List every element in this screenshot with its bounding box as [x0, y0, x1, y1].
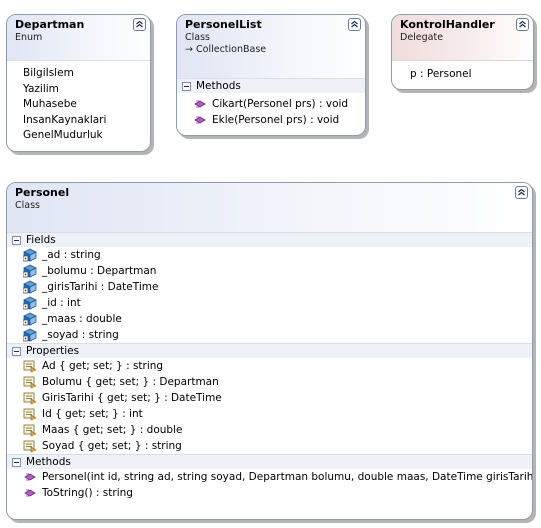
field-label: _bolumu : Departman [42, 265, 157, 277]
personel-stereotype: Class [15, 200, 40, 211]
method-item[interactable]: Ekle(Personel prs) : void [177, 112, 365, 128]
collapse-section-icon[interactable] [12, 235, 21, 245]
kontrolhandler-title: KontrolHandler [400, 18, 495, 31]
method-label: Ekle(Personel prs) : void [212, 114, 340, 126]
field-item[interactable]: _girisTarihi : DateTime [7, 279, 532, 295]
field-icon [23, 248, 37, 262]
collapse-section-icon[interactable] [182, 81, 191, 91]
kontrolhandler-header: KontrolHandler Delegate [392, 15, 533, 60]
method-icon [194, 100, 206, 108]
kontrolhandler-delegate-box[interactable]: KontrolHandler Delegate p : Personel [391, 14, 534, 90]
collapse-chevron-icon[interactable] [133, 18, 146, 31]
departman-values: BilgiIslem Yazilim Muhasebe InsanKaynakl… [7, 60, 150, 148]
property-icon [23, 392, 37, 405]
fields-list: _ad : string _bolumu : Departman _girisT… [7, 247, 532, 343]
methods-section-header[interactable]: Methods [177, 78, 365, 93]
property-label: GirisTarihi { get; set; } : DateTime [42, 392, 222, 404]
delegate-param: p : Personel [410, 68, 472, 80]
property-label: Ad { get; set; } : string [42, 360, 164, 372]
field-icon [23, 296, 37, 310]
method-label: Personel(int id, string ad, string soyad… [42, 471, 533, 483]
properties-list: Ad { get; set; } : string Bolumu { get; … [7, 358, 532, 454]
field-icon [23, 280, 37, 294]
method-label: Cikart(Personel prs) : void [212, 98, 349, 110]
personellist-header: PersonelList Class → CollectionBase [177, 15, 365, 78]
departman-stereotype: Enum [15, 32, 43, 43]
personel-header: Personel Class [7, 183, 532, 232]
method-icon [194, 116, 206, 124]
property-icon [23, 376, 37, 389]
field-item[interactable]: _soyad : string [7, 327, 532, 343]
field-label: _id : int [42, 297, 81, 309]
property-item[interactable]: Ad { get; set; } : string [7, 358, 532, 374]
personel-class-box[interactable]: Personel Class Fields _ad : string _bolu… [6, 182, 533, 520]
field-icon [23, 264, 37, 278]
personellist-stereotype: Class [185, 32, 210, 43]
personellist-title: PersonelList [185, 18, 262, 31]
enum-value: InsanKaynaklari [23, 113, 107, 126]
field-label: _ad : string [42, 249, 101, 261]
collapse-section-icon[interactable] [12, 346, 21, 356]
method-item[interactable]: Cikart(Personel prs) : void [177, 96, 365, 112]
method-icon [24, 473, 36, 481]
methods-section-title: Methods [196, 80, 241, 92]
property-item[interactable]: GirisTarihi { get; set; } : DateTime [7, 390, 532, 406]
method-icon [24, 489, 36, 497]
enum-value: Muhasebe [23, 98, 77, 110]
field-label: _girisTarihi : DateTime [42, 281, 159, 293]
property-icon [23, 408, 37, 421]
property-item[interactable]: Soyad { get; set; } : string [7, 438, 532, 454]
property-label: Id { get; set; } : int [42, 408, 143, 420]
property-item[interactable]: Maas { get; set; } : double [7, 422, 532, 438]
departman-title: Departman [15, 18, 85, 31]
methods-list: Personel(int id, string ad, string soyad… [7, 469, 532, 501]
properties-section-header[interactable]: Properties [7, 343, 532, 358]
inheritance-arrow-icon: → [185, 44, 193, 55]
personellist-class-box[interactable]: PersonelList Class → CollectionBase Meth… [176, 14, 366, 136]
enum-value: GenelMudurluk [23, 129, 103, 141]
method-label: ToString() : string [42, 487, 133, 499]
fields-section-title: Fields [26, 234, 56, 246]
field-icon [23, 328, 37, 342]
enum-value: BilgiIslem [23, 67, 74, 79]
personellist-base: → CollectionBase [185, 44, 357, 56]
field-item[interactable]: _id : int [7, 295, 532, 311]
field-label: _maas : double [42, 313, 122, 325]
property-item[interactable]: Id { get; set; } : int [7, 406, 532, 422]
property-label: Maas { get; set; } : double [42, 424, 183, 436]
collapse-chevron-icon[interactable] [516, 18, 529, 31]
field-item[interactable]: _maas : double [7, 311, 532, 327]
methods-section-title: Methods [26, 456, 71, 468]
property-icon [23, 360, 37, 373]
enum-value: Yazilim [23, 82, 59, 95]
property-item[interactable]: Bolumu { get; set; } : Departman [7, 374, 532, 390]
base-class-name: CollectionBase [196, 44, 267, 55]
kontrolhandler-stereotype: Delegate [400, 32, 444, 43]
property-label: Soyad { get; set; } : string [42, 440, 182, 452]
fields-section-header[interactable]: Fields [7, 232, 532, 247]
departman-enum-box[interactable]: Departman Enum BilgiIslem Yazilim Muhase… [6, 14, 151, 152]
method-item[interactable]: Personel(int id, string ad, string soyad… [7, 469, 532, 485]
field-label: _soyad : string [42, 329, 119, 341]
property-icon [23, 440, 37, 453]
delegate-params: p : Personel [392, 60, 533, 80]
collapse-chevron-icon[interactable] [515, 186, 528, 199]
field-item[interactable]: _bolumu : Departman [7, 263, 532, 279]
methods-section-header[interactable]: Methods [7, 454, 532, 469]
property-label: Bolumu { get; set; } : Departman [42, 376, 219, 388]
field-item[interactable]: _ad : string [7, 247, 532, 263]
departman-header: Departman Enum [7, 15, 150, 60]
method-item[interactable]: ToString() : string [7, 485, 532, 501]
collapse-chevron-icon[interactable] [348, 18, 361, 31]
property-icon [23, 424, 37, 437]
field-icon [23, 312, 37, 326]
collapse-section-icon[interactable] [12, 457, 21, 467]
properties-section-title: Properties [26, 345, 80, 357]
personel-title: Personel [15, 186, 70, 199]
